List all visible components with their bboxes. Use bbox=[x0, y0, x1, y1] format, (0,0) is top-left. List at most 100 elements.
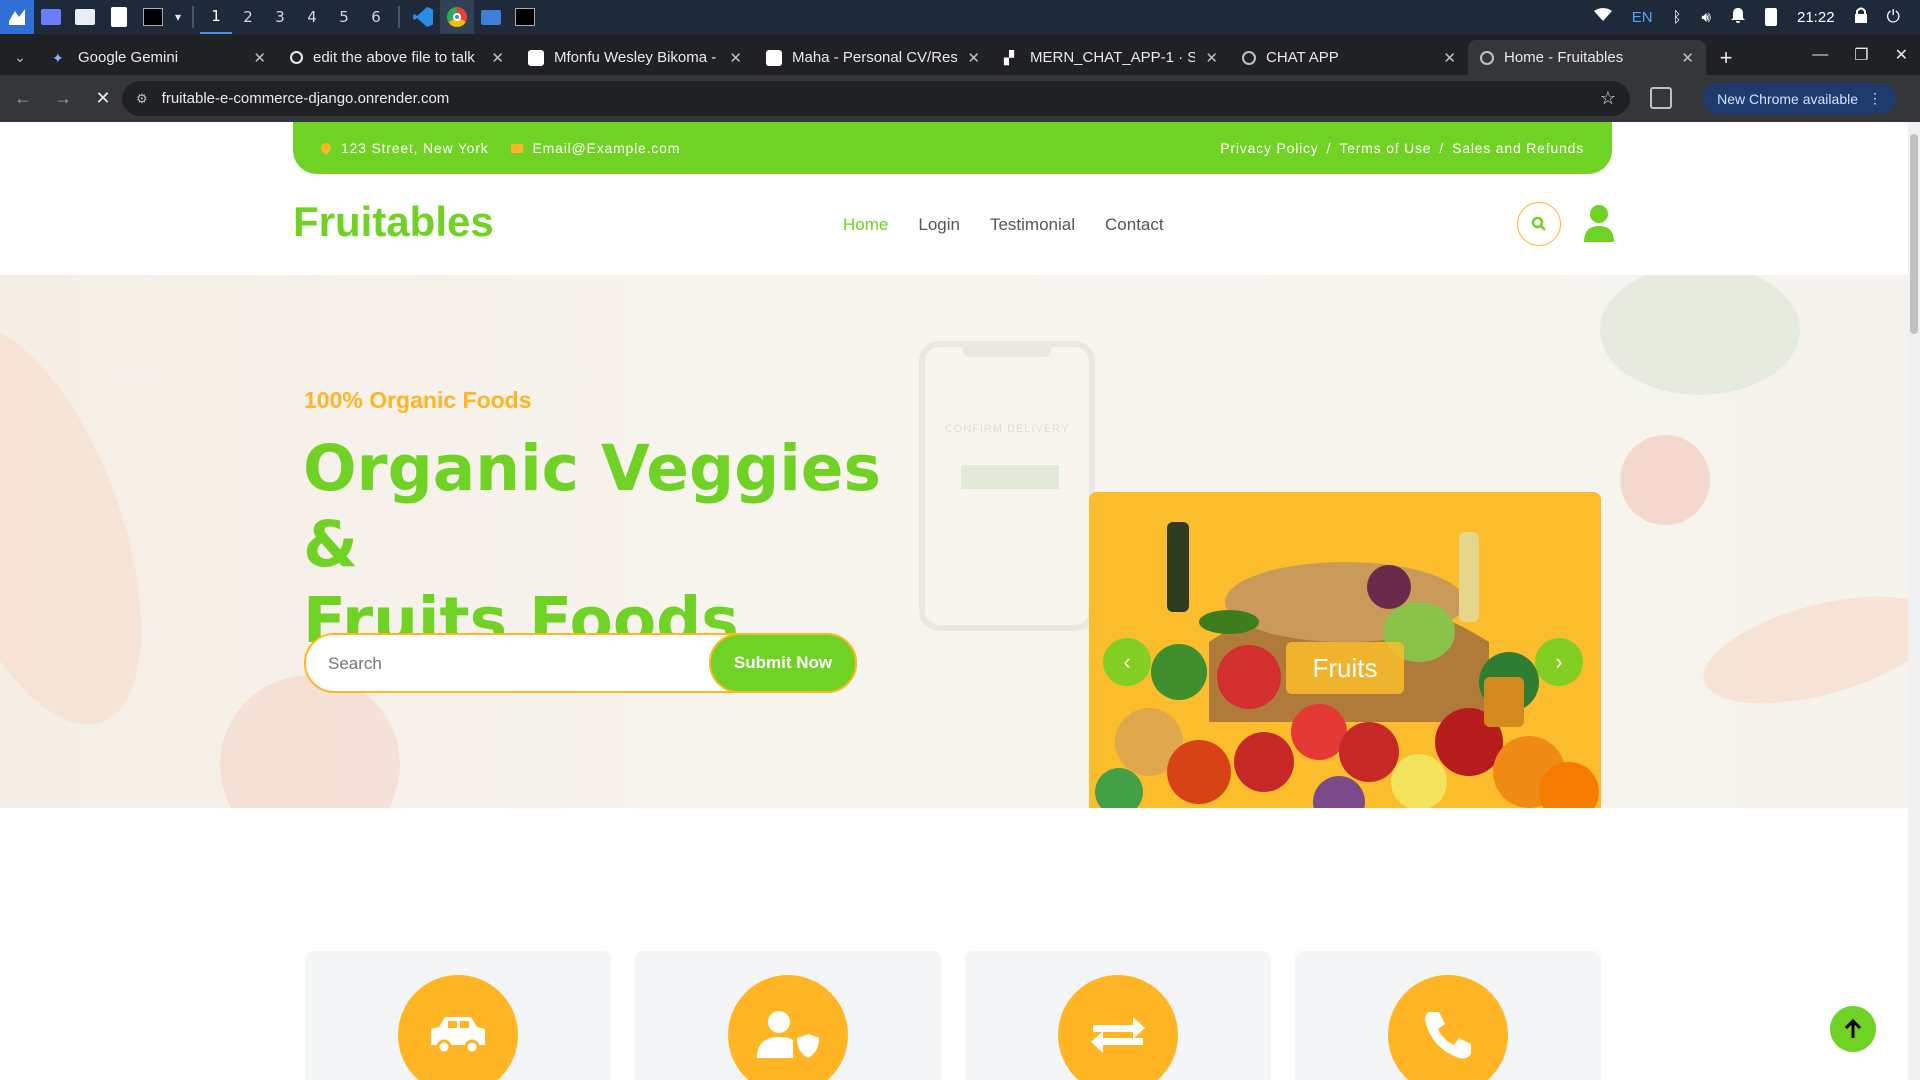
user-account-icon[interactable] bbox=[1584, 204, 1614, 244]
tab-title: CHAT APP bbox=[1266, 49, 1339, 66]
vscode-icon[interactable] bbox=[406, 0, 440, 34]
workspace-1[interactable]: 1 bbox=[200, 0, 232, 34]
power-icon[interactable]: ⏻ bbox=[1887, 7, 1900, 27]
tab-search-button[interactable]: ⌄ bbox=[0, 40, 40, 75]
back-to-top-button[interactable] bbox=[1830, 1006, 1876, 1052]
terminal-icon[interactable] bbox=[136, 0, 170, 34]
notification-bell-icon[interactable] bbox=[1731, 7, 1745, 27]
page-icon bbox=[528, 49, 544, 66]
clock[interactable]: 21:22 bbox=[1797, 9, 1835, 26]
browser-tab[interactable]: Maha - Personal CV/Resu ✕ bbox=[754, 40, 992, 75]
workspace-5[interactable]: 5 bbox=[328, 0, 360, 34]
browser-tab-active[interactable]: Home - Fruitables ✕ bbox=[1468, 40, 1706, 75]
terms-of-use-link[interactable]: Terms of Use bbox=[1339, 140, 1431, 156]
terminal-icon[interactable] bbox=[508, 0, 542, 34]
url-text[interactable]: fruitable-e-commerce-django.onrender.com bbox=[162, 90, 450, 107]
privacy-policy-link[interactable]: Privacy Policy bbox=[1220, 140, 1318, 156]
chevron-down-icon[interactable]: ▾ bbox=[170, 0, 186, 34]
sales-refunds-link[interactable]: Sales and Refunds bbox=[1452, 140, 1584, 156]
language-indicator[interactable]: EN bbox=[1632, 9, 1653, 26]
close-window-icon[interactable]: ✕ bbox=[1895, 45, 1908, 65]
back-arrow-icon[interactable]: ← bbox=[6, 82, 40, 116]
scrollbar-thumb[interactable] bbox=[1910, 134, 1918, 334]
envelope-icon bbox=[510, 143, 523, 153]
browser-tab-strip: ⌄ ✦ Google Gemini ✕ edit the above file … bbox=[0, 34, 1920, 75]
feature-icon-circle bbox=[1388, 975, 1508, 1080]
workspace-2[interactable]: 2 bbox=[232, 0, 264, 34]
tomato-bg-image bbox=[1620, 435, 1710, 525]
carousel-next-button[interactable]: › bbox=[1535, 638, 1583, 686]
close-icon[interactable]: ✕ bbox=[1681, 49, 1694, 67]
volume-icon[interactable]: 🔊︎ bbox=[1702, 8, 1711, 26]
close-icon[interactable]: ✕ bbox=[729, 49, 742, 67]
broccoli-bg-image bbox=[1600, 275, 1800, 395]
browser-tab[interactable]: Mfonfu Wesley Bikoma - ✕ bbox=[516, 40, 754, 75]
update-chrome-button[interactable]: New Chrome available ⋮ bbox=[1703, 83, 1896, 114]
page-scrollbar[interactable] bbox=[1908, 122, 1920, 1080]
carousel-prev-button[interactable]: ‹ bbox=[1103, 638, 1151, 686]
start-menu-icon[interactable] bbox=[0, 0, 34, 34]
lock-icon[interactable] bbox=[1854, 7, 1867, 27]
hero-search-input[interactable] bbox=[328, 649, 688, 679]
close-icon[interactable]: ✕ bbox=[1443, 49, 1456, 67]
tab-title: MERN_CHAT_APP-1 · S bbox=[1030, 49, 1196, 66]
close-icon[interactable]: ✕ bbox=[1205, 49, 1218, 67]
extensions-icon[interactable] bbox=[1650, 87, 1672, 109]
user-shield-icon bbox=[757, 1011, 819, 1058]
restore-icon[interactable]: ❐ bbox=[1854, 45, 1868, 65]
loading-spinner-icon bbox=[1480, 50, 1494, 65]
browser-tab[interactable]: CHAT APP ✕ bbox=[1230, 40, 1468, 75]
wifi-icon[interactable] bbox=[1593, 8, 1612, 26]
browser-tab[interactable]: ▞ MERN_CHAT_APP-1 · S ✕ bbox=[992, 40, 1230, 75]
link-separator: / bbox=[1439, 140, 1445, 156]
hero-title-line1: Organic Veggies & bbox=[303, 432, 882, 581]
site-info-icon[interactable]: ⚙ bbox=[136, 91, 148, 107]
nav-login[interactable]: Login bbox=[918, 215, 960, 235]
workspace-6[interactable]: 6 bbox=[360, 0, 392, 34]
browser-tab[interactable]: ✦ Google Gemini ✕ bbox=[40, 40, 278, 75]
nav-contact[interactable]: Contact bbox=[1105, 215, 1164, 235]
close-icon[interactable]: ✕ bbox=[491, 49, 504, 67]
plus-icon: + bbox=[1719, 44, 1733, 70]
feature-icon-circle bbox=[1058, 975, 1178, 1080]
minimize-icon[interactable]: — bbox=[1812, 46, 1828, 64]
feature-icon-circle bbox=[398, 975, 518, 1080]
chrome-icon[interactable] bbox=[440, 0, 474, 34]
close-icon[interactable]: ✕ bbox=[253, 49, 266, 67]
desktop-icon[interactable] bbox=[34, 0, 68, 34]
web-page: 123 Street, New York Email@Example.com P… bbox=[0, 122, 1908, 1080]
file-manager-icon[interactable] bbox=[68, 0, 102, 34]
close-icon[interactable]: ✕ bbox=[967, 49, 980, 67]
browser-tab[interactable]: edit the above file to talk ✕ bbox=[278, 40, 516, 75]
folder-icon[interactable] bbox=[474, 0, 508, 34]
tab-title: Google Gemini bbox=[78, 49, 179, 66]
battery-icon[interactable] bbox=[1765, 8, 1777, 26]
tab-title: edit the above file to talk bbox=[313, 49, 475, 66]
chevron-right-icon: › bbox=[1555, 649, 1563, 674]
workspace-4[interactable]: 4 bbox=[296, 0, 328, 34]
more-menu-icon: ⋮ bbox=[1868, 90, 1882, 106]
hero-title: Organic Veggies & Fruits Foods bbox=[303, 431, 923, 659]
os-taskbar: ▾ 1 2 3 4 5 6 EN ᛒ 🔊︎ 21:22 ⏻ bbox=[0, 0, 1920, 34]
search-icon bbox=[1531, 216, 1546, 231]
forward-arrow-icon[interactable]: → bbox=[46, 82, 80, 116]
chevron-left-icon: ‹ bbox=[1123, 649, 1131, 674]
bookmark-star-icon[interactable]: ☆ bbox=[1600, 88, 1616, 109]
nav-home[interactable]: Home bbox=[843, 215, 888, 235]
hero-tagline: 100% Organic Foods bbox=[304, 387, 532, 413]
search-button[interactable] bbox=[1517, 202, 1561, 246]
phone-bg-image: CONFIRM DELIVERY bbox=[919, 341, 1095, 631]
document-viewer-icon[interactable] bbox=[102, 0, 136, 34]
workspace-3[interactable]: 3 bbox=[264, 0, 296, 34]
submit-button[interactable]: Submit Now bbox=[709, 633, 857, 693]
email-text[interactable]: Email@Example.com bbox=[533, 140, 681, 156]
feature-icon-circle bbox=[728, 975, 848, 1080]
site-logo[interactable]: Fruitables bbox=[293, 198, 494, 246]
window-controls: — ❐ ✕ bbox=[1812, 34, 1908, 75]
bluetooth-icon[interactable]: ᛒ bbox=[1673, 8, 1682, 26]
new-tab-button[interactable]: + bbox=[1706, 40, 1746, 75]
nav-testimonial[interactable]: Testimonial bbox=[990, 215, 1075, 235]
address-bar[interactable]: ⚙ fruitable-e-commerce-django.onrender.c… bbox=[122, 81, 1630, 116]
stop-loading-icon[interactable]: ✕ bbox=[86, 82, 120, 116]
car-icon bbox=[431, 1017, 485, 1055]
